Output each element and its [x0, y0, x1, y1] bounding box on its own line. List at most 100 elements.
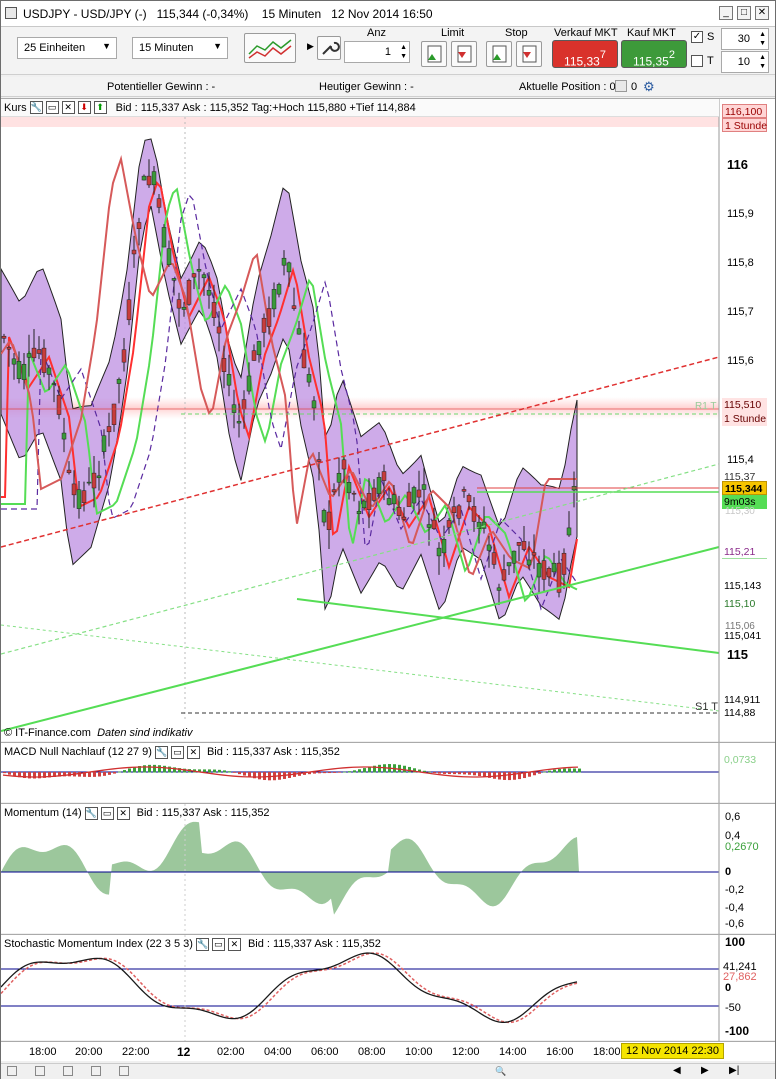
t-stepper[interactable]: 10 ▲ ▼ [721, 51, 769, 73]
quantity-stepper[interactable]: 1 ▲ ▼ [344, 41, 410, 63]
candle-body [516, 542, 522, 546]
stepper-arrows-icon: ▲ ▼ [759, 31, 766, 47]
chevron-down-icon: ▼ [213, 41, 222, 51]
candle-body [561, 552, 567, 575]
close-pane-icon[interactable]: ✕ [61, 101, 75, 114]
macd-bar [3, 772, 6, 774]
macd-bar [98, 772, 101, 777]
collapse-arrow-icon[interactable]: ▶ [307, 41, 314, 52]
move-down-icon[interactable]: ⬇ [77, 101, 91, 114]
t-label: T [707, 55, 714, 67]
macd-bar [408, 766, 411, 773]
wrench-icon[interactable]: 🔧 [84, 806, 98, 820]
candle-body [61, 432, 67, 440]
macd-bar [208, 769, 211, 773]
stop-buy-button[interactable] [486, 41, 512, 67]
macd-bar [358, 769, 361, 773]
wrench-icon[interactable]: 🔧 [195, 937, 209, 951]
stepper-arrows-icon: ▲ ▼ [759, 54, 766, 70]
macd-bar [213, 769, 216, 773]
window-icon[interactable]: ▭ [170, 745, 184, 759]
chart-type-button[interactable] [244, 33, 296, 63]
t-checkbox[interactable] [691, 55, 703, 67]
candle-body [371, 487, 377, 501]
scroll-right-icon[interactable]: ▶ [701, 1065, 709, 1076]
close-pane-icon[interactable]: ✕ [186, 745, 200, 759]
candle-body [486, 544, 492, 551]
candle-body [506, 562, 512, 567]
candle-body [471, 506, 477, 522]
candle-body [396, 507, 402, 516]
search-icon[interactable]: 🔍 [495, 1066, 506, 1077]
sell-market-button[interactable]: 115,337 [552, 40, 618, 69]
wrench-icon[interactable]: 🔧 [154, 745, 168, 759]
macd-bar [228, 771, 231, 773]
limit-sell-button[interactable] [451, 41, 477, 67]
candle-body [541, 560, 547, 580]
wrench-button[interactable] [317, 36, 341, 60]
momentum-value-tag: 0,2670 [725, 841, 759, 853]
macd-bar [508, 772, 511, 781]
status-icon[interactable] [63, 1066, 73, 1076]
close-pane-icon[interactable]: ✕ [116, 806, 130, 820]
candle-body [226, 374, 232, 386]
macd-bar [333, 772, 336, 773]
scroll-end-icon[interactable]: ▶| [729, 1065, 739, 1076]
main-chart-svg[interactable] [1, 99, 775, 742]
wrench-icon[interactable]: 🔧 [29, 101, 43, 114]
stoch-axis-label: 0 [725, 982, 732, 994]
price-axis-label: 115 [727, 647, 748, 662]
candle-body [341, 459, 347, 470]
close-icon[interactable]: ✕ [755, 6, 769, 20]
s-checkbox[interactable]: ✓ [691, 31, 703, 43]
momentum-axis-label: 0,6 [725, 811, 741, 823]
candle-body [206, 290, 212, 296]
candle-body [16, 361, 22, 379]
move-up-icon[interactable]: ⬆ [93, 101, 107, 114]
price-axis-label: 115,7 [727, 306, 754, 318]
buy-market-button[interactable]: 115,352 [621, 40, 687, 69]
s-stepper[interactable]: 30 ▲ ▼ [721, 28, 769, 50]
main-chart-info: Bid : 115,337 Ask : 115,352 Tag:+Hoch 11… [115, 101, 416, 114]
macd-bar [113, 772, 116, 774]
candle-body [301, 349, 307, 369]
candle-body [426, 524, 432, 528]
units-select[interactable]: 25 Einheiten ▼ [17, 37, 117, 59]
period-select[interactable]: 15 Minuten ▼ [132, 37, 228, 59]
candle-body [176, 299, 182, 309]
macd-bar [318, 772, 321, 774]
window-icon[interactable]: ▭ [100, 806, 114, 820]
main-chart-pane: Kurs 🔧 ▭ ✕ ⬇ ⬆ Bid : 115,337 Ask : 115,3… [1, 98, 775, 742]
position-detail-icon[interactable] [615, 80, 627, 92]
candle-body [461, 489, 467, 492]
maximize-icon[interactable]: □ [737, 6, 751, 20]
macd-bar [218, 769, 221, 773]
current-position: Aktuelle Position : 0 [519, 81, 616, 93]
macd-bar [103, 772, 106, 776]
price-axis-label: 115,4 [727, 454, 754, 466]
close-pane-icon[interactable]: ✕ [227, 937, 241, 951]
status-icon[interactable] [91, 1066, 101, 1076]
candle-body [181, 306, 187, 310]
momentum-area [1, 821, 579, 915]
macd-bar [143, 765, 146, 773]
price-axis-label: 115,8 [727, 257, 754, 269]
candle-body [431, 519, 437, 530]
level-tag-1: 115,21 [722, 545, 767, 559]
settings-gear-icon[interactable]: ⚙ [643, 79, 655, 95]
momentum-svg[interactable] [1, 804, 775, 934]
info-bar: Potentieller Gewinn : - Heutiger Gewinn … [1, 77, 775, 97]
limit-buy-button[interactable] [421, 41, 447, 67]
candle-body [311, 400, 317, 409]
status-icon[interactable] [35, 1066, 45, 1076]
minimize-icon[interactable]: _ [719, 6, 733, 20]
candle-body [51, 383, 57, 385]
s1-value-tag: 114,911 [724, 694, 761, 706]
window-icon[interactable]: ▭ [211, 937, 225, 951]
scroll-left-icon[interactable]: ◀ [673, 1065, 681, 1076]
status-icon[interactable] [119, 1066, 129, 1076]
window-icon[interactable]: ▭ [45, 101, 59, 114]
current-time-tag: 12 Nov 2014 22:30 [621, 1043, 724, 1059]
stop-sell-button[interactable] [516, 41, 542, 67]
status-icon[interactable] [7, 1066, 17, 1076]
